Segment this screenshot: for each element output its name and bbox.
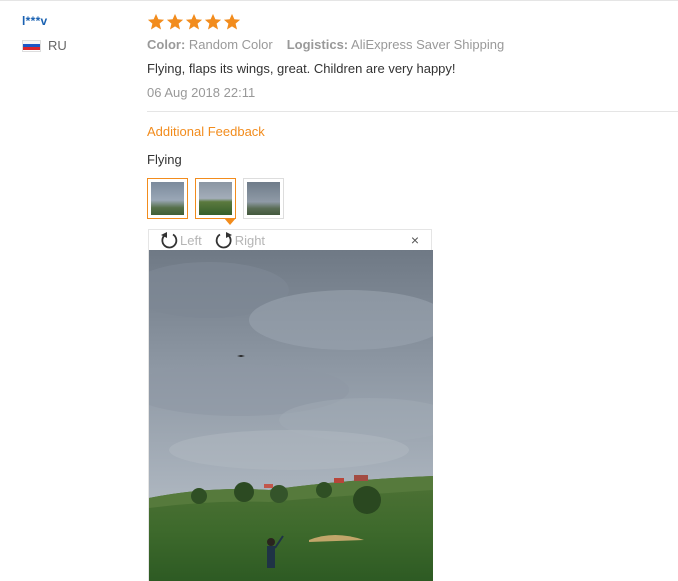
russia-flag-icon [22,39,41,52]
photo-thumbnail[interactable] [147,178,188,219]
reviewer-name: l***v [22,14,48,28]
star-icon [185,13,203,30]
additional-feedback-text: Flying [147,152,182,167]
photo-thumbnail-selected[interactable] [195,178,236,219]
photo-thumbnail[interactable] [243,178,284,219]
image-viewer: Left Right × [148,229,433,581]
additional-feedback-title: Additional Feedback [147,124,265,139]
star-icon [204,13,222,30]
order-attributes: Color: Random Color Logistics: AliExpres… [147,37,678,52]
section-divider [147,111,678,112]
logistics-attribute: Logistics: AliExpress Saver Shipping [286,37,505,52]
color-attribute: Color: Random Color [147,37,273,52]
rotate-left-label: Left [180,232,202,248]
rotate-left-button[interactable]: Left [159,230,202,250]
star-icon [166,13,184,30]
reviewer-country: RU [22,38,132,53]
star-icon [147,13,165,30]
review-photo-image [149,250,433,581]
rotate-right-button[interactable]: Right [214,230,265,250]
review-body: Color: Random Color Logistics: AliExpres… [147,13,678,100]
review-comment: Flying, flaps its wings, great. Children… [147,61,456,76]
reviewer-info: l***v RU [22,14,132,53]
close-icon[interactable]: × [411,233,419,247]
selected-thumbnail-caret [224,218,236,225]
viewer-toolbar: Left Right × [149,230,431,250]
top-divider [0,0,678,1]
star-rating [147,13,678,31]
review-photo [149,250,433,581]
photo-thumbnails [147,178,284,219]
rotate-right-icon [215,232,232,249]
star-icon [223,13,241,30]
review-date: 06 Aug 2018 22:11 [147,85,256,100]
rotate-right-label: Right [234,232,266,248]
rotate-left-icon [161,232,178,249]
country-code: RU [48,38,67,53]
